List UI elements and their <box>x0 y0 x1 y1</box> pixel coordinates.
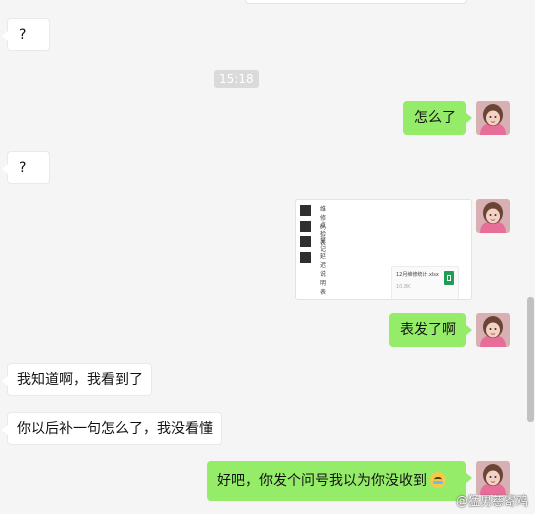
message-bubble-incoming[interactable]: 你以后补一句怎么了，我没看懂 <box>2 412 222 445</box>
message-bubble-outgoing[interactable]: 表发了啊 <box>389 313 472 347</box>
list-item-label: 延迟说明表 <box>320 253 327 296</box>
shared-screenshot-message[interactable]: 维修码 点检表 登记 延迟说明表 12月维修统计.xlsx 10.8K <box>295 199 472 300</box>
girl-avatar-icon <box>476 199 510 233</box>
watermark: @猛男慈寄鸡 <box>455 494 528 508</box>
sweat-smile-emoji <box>430 472 446 488</box>
message-text: 表发了啊 <box>400 322 456 338</box>
avatar[interactable] <box>476 199 510 233</box>
girl-avatar-icon <box>476 313 510 347</box>
thumbnail <box>300 221 311 232</box>
message-text: 我知道啊，我看到了 <box>17 372 143 388</box>
timestamp: 15:18 <box>214 70 259 88</box>
message-bubble-incoming[interactable]: 我知道啊，我看到了 <box>2 363 152 396</box>
message-bubble-outgoing[interactable]: 好吧，你发个问号我以为你没收到 <box>207 461 472 501</box>
file-attachment: 12月维修统计.xlsx 10.8K <box>391 266 459 299</box>
avatar[interactable] <box>476 461 510 495</box>
message-bubble-incoming[interactable]: ? <box>2 151 50 184</box>
thumbnail <box>300 205 311 216</box>
file-size: 10.8K <box>396 284 411 290</box>
file-name: 12月维修统计.xlsx <box>396 272 439 278</box>
message-text: ? <box>19 27 27 43</box>
girl-avatar-icon <box>476 101 510 135</box>
message-text: 好吧，你发个问号我以为你没收到 <box>217 473 427 489</box>
girl-avatar-icon <box>476 461 510 495</box>
message-text: 怎么了 <box>414 110 456 126</box>
excel-file-icon <box>444 271 454 285</box>
message-text: ? <box>19 160 27 176</box>
avatar[interactable] <box>476 313 510 347</box>
avatar[interactable] <box>476 101 510 135</box>
previous-message-edge <box>245 0 467 4</box>
scrollbar-thumb[interactable] <box>527 297 534 422</box>
message-bubble-outgoing[interactable]: 怎么了 <box>403 101 472 135</box>
thumbnail <box>300 252 311 263</box>
message-text: 你以后补一句怎么了，我没看懂 <box>17 421 213 437</box>
thumbnail <box>300 236 311 247</box>
message-bubble-incoming[interactable]: ? <box>2 18 50 51</box>
